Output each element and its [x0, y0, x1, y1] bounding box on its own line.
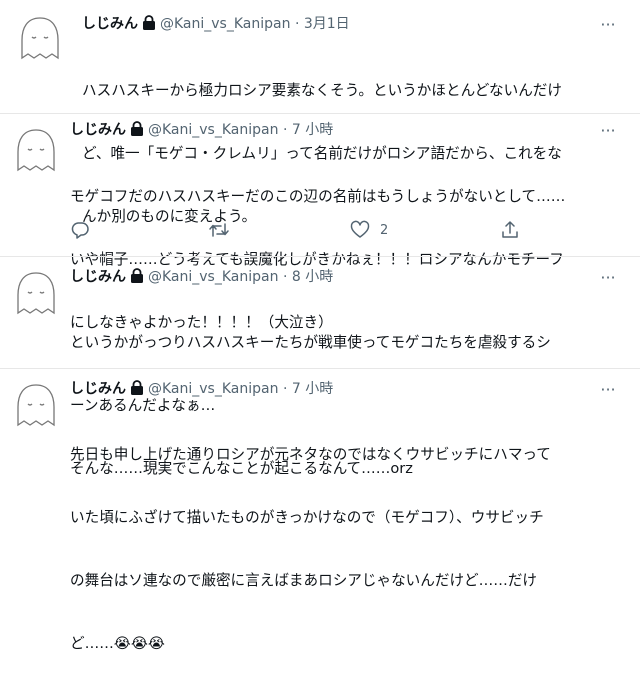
tweet-text: 先日も申し上げた通りロシアが元ネタなのではなくウサビッチにハマって いた頃にふざ…: [70, 402, 551, 696]
tweet[interactable]: しじみん @Kani_vs_Kanipan · 3月1日 ··· ハスハスキーから…: [0, 0, 640, 225]
author-name[interactable]: しじみん: [82, 16, 138, 32]
reply-button[interactable]: [70, 218, 98, 242]
tweet-header: しじみん @Kani_vs_Kanipan · 7 小時: [70, 380, 333, 398]
like-count: 2: [380, 222, 389, 238]
lock-icon: [131, 380, 143, 395]
tweet-text-line: というかがっつりハスハスキーたちが戦車使ってモゲコたちを虐殺するシ: [70, 334, 551, 351]
tweet-text-line: 先日も申し上げた通りロシアが元ネタなのではなくウサビッチにハマって: [70, 446, 551, 463]
more-options-icon[interactable]: ···: [598, 17, 618, 33]
more-options-icon[interactable]: ···: [598, 382, 618, 398]
tweet[interactable]: しじみん @Kani_vs_Kanipan · 7 小時 ··· モゲコフだのハス…: [0, 114, 640, 331]
author-handle[interactable]: @Kani_vs_Kanipan: [148, 122, 278, 138]
tweet-header: しじみん @Kani_vs_Kanipan · 7 小時: [70, 121, 333, 139]
retweet-icon: [209, 223, 229, 237]
author-handle[interactable]: @Kani_vs_Kanipan: [148, 381, 278, 397]
ghost-avatar[interactable]: [8, 265, 64, 321]
timestamp[interactable]: 3月1日: [304, 16, 350, 32]
more-options-icon[interactable]: ···: [598, 270, 618, 286]
tweet-text-line: の舞台はソ連なので厳密に言えばまあロシアじゃないんだけど……だけ: [70, 572, 538, 589]
timestamp[interactable]: 8 小時: [292, 269, 333, 285]
more-options-icon[interactable]: ···: [598, 123, 618, 139]
tweet-header: しじみん @Kani_vs_Kanipan · 3月1日: [82, 15, 350, 33]
timestamp[interactable]: 7 小時: [292, 122, 333, 138]
separator: ·: [282, 122, 288, 138]
author-name[interactable]: しじみん: [70, 269, 126, 285]
separator: ·: [282, 381, 288, 397]
tweet-text-line: ど……😭😭😭: [70, 635, 165, 652]
tweet-text-line: モゲコフだのハスハスキーだのこの辺の名前はもうしょうがないとして……: [70, 188, 566, 205]
author-name[interactable]: しじみん: [70, 122, 126, 138]
tweet[interactable]: しじみん @Kani_vs_Kanipan · 8 小時 ··· というかがっつり…: [0, 257, 640, 477]
author-handle[interactable]: @Kani_vs_Kanipan: [148, 269, 278, 285]
separator: ·: [282, 269, 288, 285]
reply-icon: [71, 222, 89, 239]
share-icon: [502, 221, 518, 238]
lock-icon: [131, 121, 143, 136]
tweet[interactable]: しじみん @Kani_vs_Kanipan · 7 小時 ··· 先日も申し上げた…: [0, 369, 640, 652]
tweet-text-line: ハスハスキーから極力ロシア要素なくそう。というかほとんどないんだけ: [82, 82, 562, 99]
heart-icon: [350, 220, 370, 238]
author-name[interactable]: しじみん: [70, 381, 126, 397]
ghost-avatar[interactable]: [8, 122, 64, 178]
tweet-actions: 2: [70, 218, 540, 242]
retweet-button[interactable]: [208, 218, 238, 242]
author-handle[interactable]: @Kani_vs_Kanipan: [160, 16, 290, 32]
tweet-text-line: いた頃にふざけて描いたものがきっかけなので（モゲコフ）、ウサビッチ: [70, 509, 544, 526]
lock-icon: [143, 15, 155, 30]
like-button[interactable]: 2: [350, 218, 388, 242]
lock-icon: [131, 268, 143, 283]
separator: ·: [294, 16, 300, 32]
tweet-header: しじみん @Kani_vs_Kanipan · 8 小時: [70, 268, 333, 286]
timestamp[interactable]: 7 小時: [292, 381, 333, 397]
ghost-avatar[interactable]: [12, 10, 68, 66]
ghost-avatar[interactable]: [8, 377, 64, 433]
share-button[interactable]: [500, 218, 520, 242]
